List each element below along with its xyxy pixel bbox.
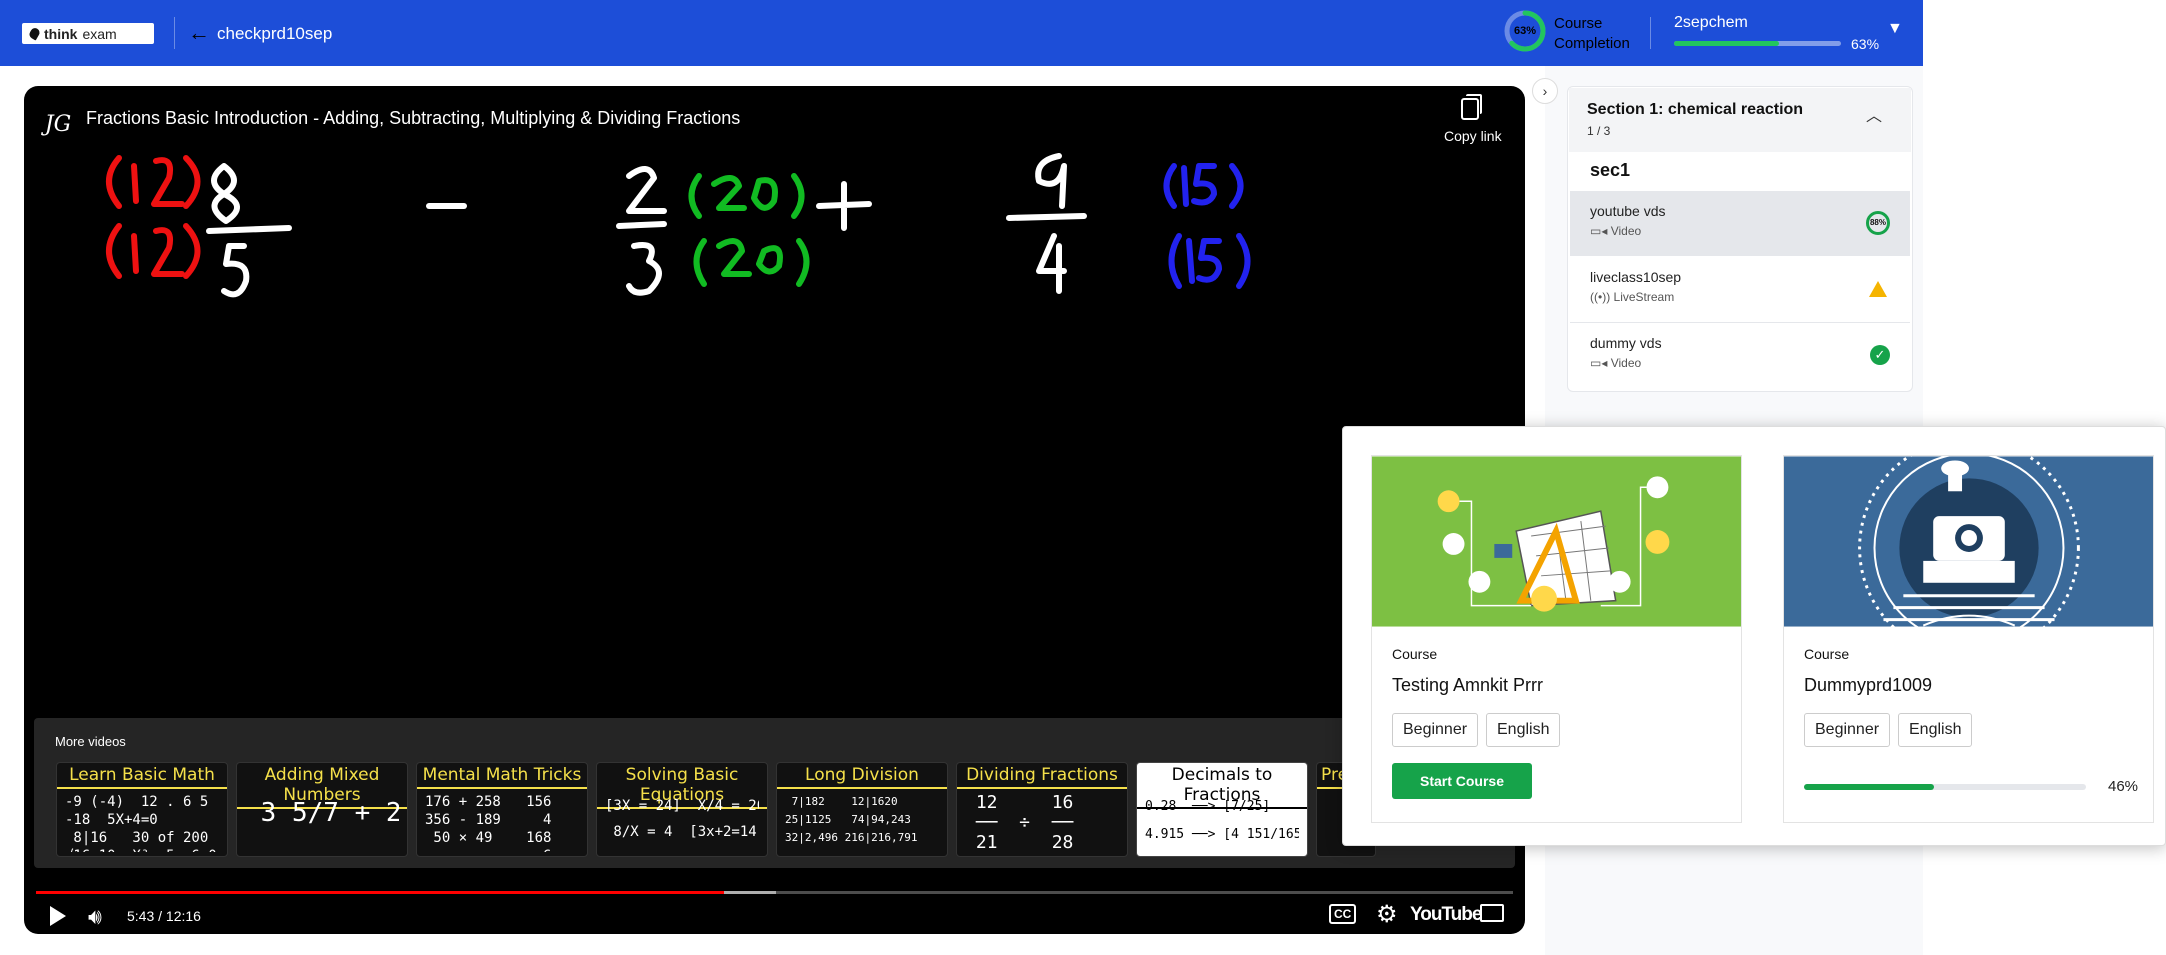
lesson-item-youtube-vds[interactable]: youtube vds ▭◂ Video 88% — [1570, 191, 1910, 256]
course-card-label: Course — [1804, 646, 1850, 662]
course-name: checkprd10sep — [217, 24, 333, 43]
completion-label-line2: Completion — [1554, 35, 1630, 52]
gear-icon[interactable]: ⚙ — [1376, 900, 1398, 929]
video-camera-icon: ▭◂ — [1590, 224, 1611, 238]
cast-icon[interactable] — [1480, 904, 1504, 922]
completion-label-line1: Course — [1554, 15, 1603, 32]
thumbnail-dividing-fractions[interactable]: Dividing Fractions 12 16 ── ÷ ── 21 28 — [956, 762, 1128, 857]
captions-icon[interactable]: CC — [1329, 904, 1357, 924]
header-divider-2 — [1650, 17, 1651, 49]
subject-name[interactable]: 2sepchem — [1674, 14, 1748, 32]
channel-avatar[interactable]: JG — [38, 104, 78, 144]
more-videos-label: More videos — [55, 734, 126, 749]
subject-dropdown-chevron-down-icon[interactable]: ▼ — [1887, 20, 1903, 38]
subject-progress-fill — [1674, 41, 1780, 46]
course-completion-percent: 63% — [1513, 25, 1537, 37]
thumbnail-body: 12 16 ── ÷ ── 21 28 — [975, 793, 1074, 852]
lesson-type: ((•)) LiveStream — [1590, 290, 1674, 304]
start-course-button[interactable]: Start Course — [1392, 763, 1532, 799]
seek-bar-played[interactable] — [36, 891, 725, 894]
thumbnail-body: 3 5/7 + 2 8/9 — [260, 798, 399, 828]
lesson-progress-text: 88% — [1869, 218, 1886, 227]
course-card-dummyprd1009[interactable]: Course Dummyprd1009 Beginner English 46% — [1783, 455, 2154, 823]
lesson-item-dummy-vds[interactable]: dummy vds ▭◂ Video ✓ — [1570, 323, 1910, 388]
lesson-name: liveclass10sep — [1590, 269, 1682, 285]
lesson-type: ▭◂ Video — [1590, 356, 1641, 370]
logo-text-light: exam — [82, 25, 117, 42]
header-divider — [174, 17, 175, 49]
copy-link-label[interactable]: Copy link — [1444, 128, 1502, 144]
language-tag: English — [1486, 713, 1561, 747]
thumbnail-title: Long Division — [777, 765, 947, 789]
sidebar-toggle-chevron-right-icon[interactable]: › — [1532, 78, 1558, 104]
play-icon[interactable] — [50, 906, 66, 926]
lesson-item-liveclass10sep[interactable]: liveclass10sep ((•)) LiveStream — [1570, 257, 1910, 322]
course-card-label: Course — [1392, 646, 1438, 662]
logo-mark-icon — [27, 26, 42, 41]
level-tag: Beginner — [1392, 713, 1479, 747]
thumbnail-adding-mixed-numbers[interactable]: Adding Mixed Numbers 3 5/7 + 2 8/9 — [236, 762, 408, 857]
copy-icon[interactable] — [1461, 98, 1479, 120]
course-thumbnail-railway — [1784, 456, 2153, 627]
section-header[interactable] — [1569, 88, 1911, 152]
lesson-type-label: Video — [1610, 356, 1642, 370]
lesson-name: dummy vds — [1590, 335, 1662, 351]
course-card-title: Dummyprd1009 — [1804, 675, 1933, 695]
course-card-title: Testing Amnkit Prrr — [1392, 675, 1544, 695]
lesson-type-label: Video — [1610, 224, 1642, 238]
video-frame-handwriting — [106, 153, 1251, 298]
thumbnail-body: 176 + 258 156 356 - 189 4 50 × 49 168 6 — [425, 794, 552, 852]
lesson-name: youtube vds — [1590, 203, 1666, 219]
thumbnail-title: Mental Math Tricks — [417, 765, 587, 789]
volume-icon[interactable]: 🔊︎ — [88, 904, 102, 930]
thumbnail-title: Learn Basic Math — [57, 765, 227, 789]
section-count: 1 / 3 — [1587, 124, 1611, 138]
thumbnail-mental-math-tricks[interactable]: Mental Math Tricks 176 + 258 156 356 - 1… — [416, 762, 588, 857]
back-arrow-icon[interactable]: ← — [188, 21, 210, 45]
chevron-up-icon[interactable]: ︿ — [1866, 102, 1882, 126]
thumbnail-body: [3X = 24] X/4 = 20 8/X = 4 [3x+2=14] — [605, 798, 759, 840]
course-progress-fill — [1804, 784, 1934, 790]
language-tag: English — [1898, 713, 1973, 747]
thumbnail-decimals-to-fractions[interactable]: Decimals to Fractions 0.28 ──> [7/25] 4.… — [1136, 762, 1308, 857]
thumbnail-solving-basic-equations[interactable]: Solving Basic Equations [3X = 24] X/4 = … — [596, 762, 768, 857]
subsection-title: sec1 — [1590, 160, 1631, 180]
lesson-type: ▭◂ Video — [1590, 224, 1641, 238]
subject-progress-percent: 63% — [1851, 36, 1880, 52]
thumbnail-long-division[interactable]: Long Division 7|182 12|1620 25|1125 74|9… — [776, 762, 948, 857]
section-title: Section 1: chemical reaction — [1587, 101, 1804, 118]
video-camera-icon: ▭◂ — [1590, 356, 1611, 370]
lesson-progress-ring: 88% — [1866, 211, 1890, 235]
thumbnail-title: Dividing Fractions — [957, 765, 1127, 789]
warning-icon — [1869, 281, 1887, 297]
check-circle-icon: ✓ — [1870, 345, 1890, 365]
course-progress-percent: 46% — [2108, 778, 2139, 795]
thumbnail-body: -9 (-4) 12 . 6 5 -18 5X+4=0 8|16 30 of 2… — [65, 794, 217, 852]
lesson-type-label: LiveStream — [1613, 290, 1675, 304]
thumbnail-body: 0.28 ──> [7/25] 4.915 ──> [4 151/165] — [1145, 799, 1299, 842]
time-display: 5:43 / 12:16 — [127, 908, 201, 924]
thumbnail-learn-basic-math[interactable]: Learn Basic Math -9 (-4) 12 . 6 5 -18 5X… — [56, 762, 228, 857]
brand-logo[interactable]: think exam — [22, 23, 154, 44]
course-card-testing-amnkit[interactable]: Course Testing Amnkit Prrr Beginner Engl… — [1371, 455, 1742, 823]
thumbnail-body: 7|182 12|1620 25|1125 74|94,243 32|2,496… — [785, 795, 918, 844]
livestream-icon: ((•)) — [1590, 290, 1614, 304]
level-tag: Beginner — [1804, 713, 1891, 747]
course-thumbnail-engineering — [1372, 456, 1741, 627]
video-player[interactable]: JG Fractions Basic Introduction - Adding… — [24, 86, 1525, 934]
logo-text-bold: think — [44, 25, 78, 42]
youtube-logo[interactable]: YouTube — [1410, 904, 1482, 926]
